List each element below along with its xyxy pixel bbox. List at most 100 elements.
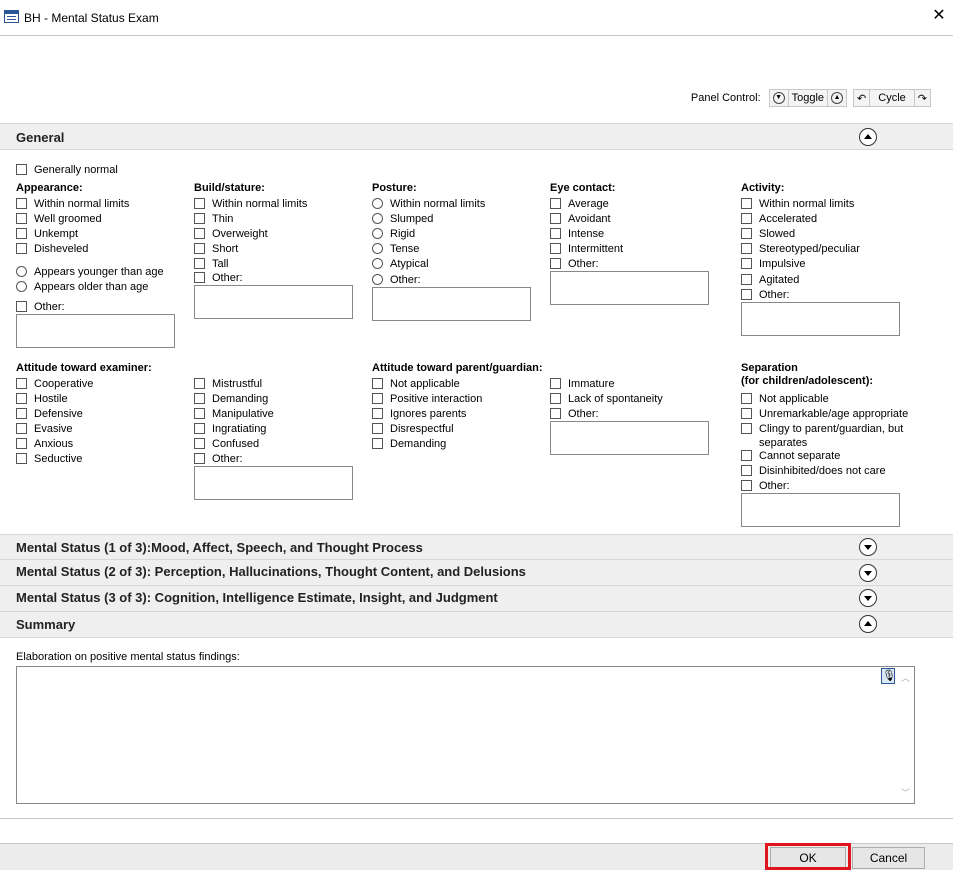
appearance-other-checkbox[interactable]: Other: bbox=[16, 299, 65, 314]
title-bar: BH - Mental Status Exam ✕ bbox=[0, 0, 953, 36]
section-mental-status-3-header[interactable]: Mental Status (3 of 3): Cognition, Intel… bbox=[0, 585, 953, 612]
dictation-microphone-icon[interactable]: 🎙 bbox=[881, 668, 896, 684]
cancel-button[interactable]: Cancel bbox=[852, 847, 925, 869]
build-option[interactable]: Thin bbox=[194, 211, 233, 226]
attitude-parent-option[interactable]: Immature bbox=[550, 376, 614, 391]
build-option[interactable]: Overweight bbox=[194, 226, 268, 241]
cycle-forward-button[interactable]: ↷ bbox=[913, 89, 931, 107]
eye-contact-option[interactable]: Intermittent bbox=[550, 241, 623, 256]
attitude-examiner-option[interactable]: Evasive bbox=[16, 421, 73, 436]
attitude-examiner-option[interactable]: Hostile bbox=[16, 391, 68, 406]
activity-option[interactable]: Impulsive bbox=[741, 256, 805, 271]
attitude-examiner-option[interactable]: Ingratiating bbox=[194, 421, 266, 436]
appearance-other-input[interactable] bbox=[16, 314, 175, 348]
eye-contact-option[interactable]: Average bbox=[550, 196, 609, 211]
undo-arrow-icon: ↶ bbox=[857, 92, 867, 105]
separation-other-checkbox[interactable]: Other: bbox=[741, 478, 790, 493]
scroll-up-icon[interactable]: ︿ bbox=[901, 671, 910, 684]
attitude-examiner-other-input[interactable] bbox=[194, 466, 353, 500]
posture-radio[interactable]: Tense bbox=[372, 241, 419, 256]
separation-option[interactable]: Unremarkable/age appropriate bbox=[741, 406, 908, 421]
scroll-down-icon[interactable]: ﹀ bbox=[901, 786, 910, 799]
expand-all-button[interactable]: ▼ bbox=[768, 89, 788, 107]
appearance-radio[interactable]: Appears older than age bbox=[16, 279, 148, 294]
collapse-icon[interactable] bbox=[859, 615, 877, 633]
attitude-examiner-option[interactable]: Cooperative bbox=[16, 376, 93, 391]
section-mental-status-2-header[interactable]: Mental Status (2 of 3): Perception, Hall… bbox=[0, 559, 953, 586]
activity-option[interactable]: Within normal limits bbox=[741, 196, 854, 211]
attitude-parent-option[interactable]: Not applicable bbox=[372, 376, 460, 391]
eye-contact-option[interactable]: Avoidant bbox=[550, 211, 611, 226]
activity-other-checkbox[interactable]: Other: bbox=[741, 287, 790, 302]
scrollbar[interactable]: ︿ ﹀ bbox=[898, 667, 914, 803]
attitude-parent-other-input[interactable] bbox=[550, 421, 709, 455]
form-icon bbox=[4, 10, 19, 23]
cycle-back-button[interactable]: ↶ bbox=[853, 89, 870, 107]
separation-option[interactable]: Clingy to parent/guardian, but bbox=[741, 421, 903, 436]
expand-icon[interactable] bbox=[859, 589, 877, 607]
attitude-examiner-option[interactable]: Mistrustful bbox=[194, 376, 262, 391]
expand-icon[interactable] bbox=[859, 538, 877, 556]
attitude-parent-option[interactable]: Ignores parents bbox=[372, 406, 466, 421]
activity-option[interactable]: Agitated bbox=[741, 272, 799, 287]
attitude-parent-option[interactable]: Disrespectful bbox=[372, 421, 454, 436]
attitude-parent-other-checkbox[interactable]: Other: bbox=[550, 406, 599, 421]
activity-option[interactable]: Slowed bbox=[741, 226, 795, 241]
close-icon[interactable]: ✕ bbox=[931, 8, 947, 24]
activity-heading: Activity: bbox=[741, 182, 785, 194]
redo-arrow-icon: ↷ bbox=[917, 92, 927, 105]
attitude-parent-option[interactable]: Lack of spontaneity bbox=[550, 391, 663, 406]
eye-contact-other-input[interactable] bbox=[550, 271, 709, 305]
attitude-parent-option[interactable]: Demanding bbox=[372, 436, 446, 451]
build-option[interactable]: Within normal limits bbox=[194, 196, 307, 211]
build-other-checkbox[interactable]: Other: bbox=[194, 270, 243, 285]
build-other-input[interactable] bbox=[194, 285, 353, 319]
appearance-radio[interactable]: Appears younger than age bbox=[16, 264, 164, 279]
appearance-option[interactable]: Disheveled bbox=[16, 241, 88, 256]
activity-other-input[interactable] bbox=[741, 302, 900, 336]
separation-heading: Separation bbox=[741, 362, 798, 374]
section-summary-header[interactable]: Summary bbox=[0, 611, 953, 638]
collapse-icon[interactable] bbox=[859, 128, 877, 146]
build-option[interactable]: Tall bbox=[194, 256, 229, 271]
posture-radio[interactable]: Rigid bbox=[372, 226, 415, 241]
section-general-header[interactable]: General bbox=[0, 123, 953, 150]
toggle-button[interactable]: Toggle bbox=[787, 89, 828, 107]
separation-option[interactable]: Disinhibited/does not care bbox=[741, 463, 886, 478]
eye-contact-option[interactable]: Intense bbox=[550, 226, 604, 241]
expand-icon[interactable] bbox=[859, 564, 877, 582]
separation-option[interactable]: Not applicable bbox=[741, 391, 829, 406]
posture-other-radio[interactable]: Other: bbox=[372, 272, 421, 287]
section-title: Mental Status (1 of 3):Mood, Affect, Spe… bbox=[16, 540, 423, 555]
attitude-parent-option[interactable]: Positive interaction bbox=[372, 391, 482, 406]
summary-textarea[interactable]: ︿ ﹀ 🎙 bbox=[16, 666, 915, 804]
eye-contact-heading: Eye contact: bbox=[550, 182, 616, 194]
appearance-option[interactable]: Well groomed bbox=[16, 211, 102, 226]
cycle-button[interactable]: Cycle bbox=[869, 89, 914, 107]
attitude-examiner-other-checkbox[interactable]: Other: bbox=[194, 451, 243, 466]
appearance-option[interactable]: Within normal limits bbox=[16, 196, 129, 211]
posture-radio[interactable]: Slumped bbox=[372, 211, 433, 226]
attitude-examiner-option[interactable]: Manipulative bbox=[194, 406, 274, 421]
posture-radio[interactable]: Within normal limits bbox=[372, 196, 485, 211]
ok-button-highlight bbox=[765, 843, 851, 870]
eye-contact-other-checkbox[interactable]: Other: bbox=[550, 256, 599, 271]
appearance-heading: Appearance: bbox=[16, 182, 83, 194]
attitude-examiner-option[interactable]: Defensive bbox=[16, 406, 83, 421]
appearance-option[interactable]: Unkempt bbox=[16, 226, 78, 241]
build-option[interactable]: Short bbox=[194, 241, 238, 256]
attitude-examiner-option[interactable]: Demanding bbox=[194, 391, 268, 406]
posture-other-input[interactable] bbox=[372, 287, 531, 321]
activity-option[interactable]: Stereotyped/peculiar bbox=[741, 241, 860, 256]
activity-option[interactable]: Accelerated bbox=[741, 211, 817, 226]
attitude-examiner-option[interactable]: Anxious bbox=[16, 436, 73, 451]
divider bbox=[0, 818, 953, 819]
posture-radio[interactable]: Atypical bbox=[372, 256, 429, 271]
generally-normal-checkbox[interactable]: Generally normal bbox=[16, 162, 118, 177]
collapse-all-button[interactable]: ▲ bbox=[827, 89, 848, 107]
separation-option[interactable]: Cannot separate bbox=[741, 448, 840, 463]
attitude-examiner-option[interactable]: Confused bbox=[194, 436, 259, 451]
section-mental-status-1-header[interactable]: Mental Status (1 of 3):Mood, Affect, Spe… bbox=[0, 534, 953, 560]
attitude-examiner-option[interactable]: Seductive bbox=[16, 451, 82, 466]
separation-other-input[interactable] bbox=[741, 493, 900, 527]
